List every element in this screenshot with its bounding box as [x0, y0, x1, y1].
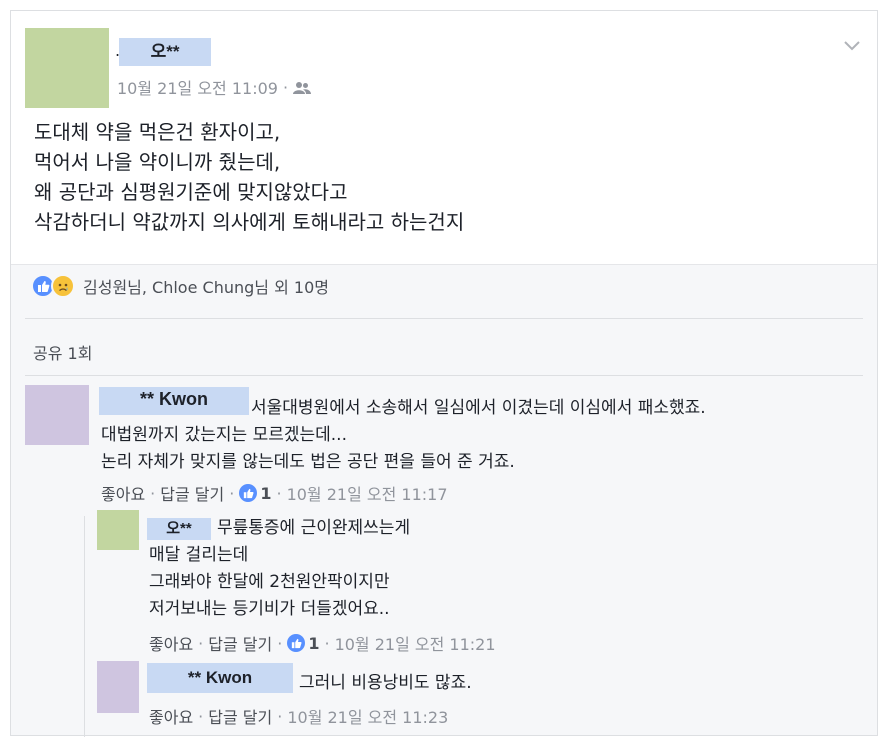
- post-timestamp[interactable]: 10월 21일 오전 11:09: [117, 75, 278, 99]
- reply-text: 매달 걸리는데 그래봐야 한달에 2천원안팍이지만 저거보내는 등기비가 더들겠…: [149, 545, 390, 619]
- comment-author-name[interactable]: ** Kwon: [99, 387, 249, 415]
- sad-icon: [51, 274, 75, 298]
- comment-avatar[interactable]: [25, 385, 89, 445]
- reply-actions: 좋아요 · 답글 달기 · 1 · 10월 21일 오전 11:21: [149, 631, 496, 655]
- reply-text-first-line: 무릎통증에 근이완제쓰는게: [217, 518, 411, 538]
- comment-text: 대법원까지 갔는지는 모르겠는데... 논리 자체가 맞지를 않는데도 법은 공…: [101, 425, 515, 472]
- like-icon: [287, 634, 306, 652]
- like-icon: [239, 484, 258, 502]
- reply-author-name[interactable]: ** Kwon: [147, 663, 293, 693]
- reply-author-name[interactable]: 오**: [147, 518, 211, 540]
- shares-count[interactable]: 공유 1회: [33, 340, 92, 364]
- post-meta: 10월 21일 오전 11:09 ·: [117, 75, 312, 99]
- reply-avatar[interactable]: [97, 661, 139, 713]
- friends-icon[interactable]: [293, 80, 312, 94]
- reply-avatar[interactable]: [97, 510, 139, 550]
- comment-actions: 좋아요 · 답글 달기 · 1 · 10월 21일 오전 11:17: [101, 481, 448, 505]
- reply-timestamp[interactable]: 10월 21일 오전 11:23: [287, 704, 448, 728]
- post-author-avatar[interactable]: [25, 28, 109, 108]
- reactions-divider: [25, 318, 863, 319]
- reply-thread-line: [84, 516, 85, 737]
- reply-button[interactable]: 답글 달기: [160, 481, 224, 505]
- reactions-bar[interactable]: 김성원님, Chloe Chung님 외 10명: [31, 274, 329, 298]
- reactions-summary[interactable]: 김성원님, Chloe Chung님 외 10명: [83, 274, 329, 298]
- action-separator: ·: [277, 706, 283, 726]
- action-separator: ·: [229, 483, 235, 503]
- reply-button[interactable]: 답글 달기: [208, 704, 272, 728]
- reply-timestamp[interactable]: 10월 21일 오전 11:21: [335, 631, 496, 655]
- like-comment-button[interactable]: 좋아요: [101, 481, 145, 505]
- action-separator: ·: [324, 633, 330, 653]
- post-author-name[interactable]: 오**: [119, 38, 211, 66]
- reply-actions: 좋아요 · 답글 달기 · 10월 21일 오전 11:23: [149, 704, 448, 728]
- post-body-text: 도대체 약을 먹은건 환자이고, 먹어서 나을 약이니까 줬는데, 왜 공단과 …: [34, 120, 465, 234]
- action-separator: ·: [276, 483, 282, 503]
- comment-like-count[interactable]: 1: [260, 484, 271, 503]
- action-separator: ·: [277, 633, 283, 653]
- reply-button[interactable]: 답글 달기: [208, 631, 272, 655]
- comment-text-first-line: 서울대병원에서 소송해서 일심에서 이겼는데 이심에서 패소했죠.: [251, 398, 706, 418]
- action-separator: ·: [150, 483, 156, 503]
- shares-divider: [25, 375, 863, 376]
- post-card: . 오** 10월 21일 오전 11:09 · 도대체 약을 먹은건 환자이고…: [10, 10, 878, 737]
- like-reply-button[interactable]: 좋아요: [149, 631, 193, 655]
- action-separator: ·: [198, 633, 204, 653]
- comment-timestamp[interactable]: 10월 21일 오전 11:17: [287, 481, 448, 505]
- reply-like-count[interactable]: 1: [308, 634, 319, 653]
- like-reply-button[interactable]: 좋아요: [149, 704, 193, 728]
- meta-separator: ·: [282, 77, 289, 97]
- action-separator: ·: [198, 706, 204, 726]
- chevron-down-icon[interactable]: [843, 37, 861, 51]
- reply-text-first-line: 그러니 비용낭비도 많죠.: [299, 673, 472, 693]
